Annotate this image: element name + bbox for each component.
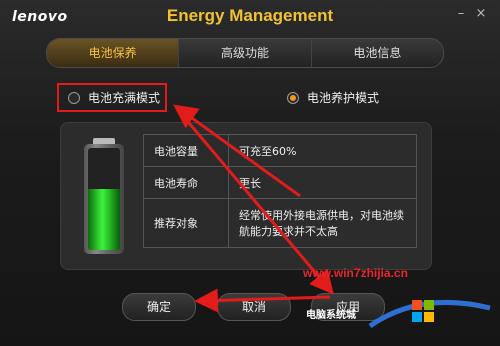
lifespan-value: 更长 [228,166,417,199]
window-title: Energy Management [166,6,334,25]
capacity-key: 电池容量 [143,134,229,167]
watermark-site-text: 电脑系统城 [306,310,356,321]
battery-care-radio[interactable] [287,91,299,104]
table-row: 电池寿命 更长 [143,166,417,199]
tab-battery-care[interactable]: 电池保养 [47,39,180,67]
watermark-logo-icon [368,299,491,329]
table-row: 推荐对象 经常使用外接电源供电，对电池续航能力要求并不太高 [143,198,417,248]
energy-management-window: lenovo Energy Management – × 电池保养 高级功能 电… [0,0,500,346]
minimize-button[interactable]: – [452,6,470,22]
mode-battery-care-option[interactable]: 电池养护模式 [287,89,379,106]
table-row: 电池容量 可充至60% [143,134,417,167]
ok-button[interactable]: 确定 [122,293,196,321]
battery-body [84,144,124,254]
tab-advanced-features[interactable]: 高级功能 [179,39,312,67]
battery-mode-info-table: 电池容量 可充至60% 电池寿命 更长 推荐对象 经常使用外接电源供电，对电池续… [143,134,417,248]
tab-bar: 电池保养 高级功能 电池信息 [46,38,444,68]
recommended-key: 推荐对象 [143,198,229,248]
tab-battery-info[interactable]: 电池信息 [312,39,443,67]
close-button[interactable]: × [472,6,490,22]
battery-care-label: 电池养护模式 [307,91,380,105]
capacity-value: 可充至60% [228,134,417,167]
recommended-value: 经常使用外接电源供电，对电池续航能力要求并不太高 [228,198,417,248]
lifespan-key: 电池寿命 [143,166,229,199]
watermark-url: www.win7zhijia.cn [303,266,408,280]
battery-icon [70,132,140,260]
battery-level-fill [88,188,120,250]
annotation-highlight-box [57,83,167,112]
cancel-button[interactable]: 取消 [217,293,291,321]
